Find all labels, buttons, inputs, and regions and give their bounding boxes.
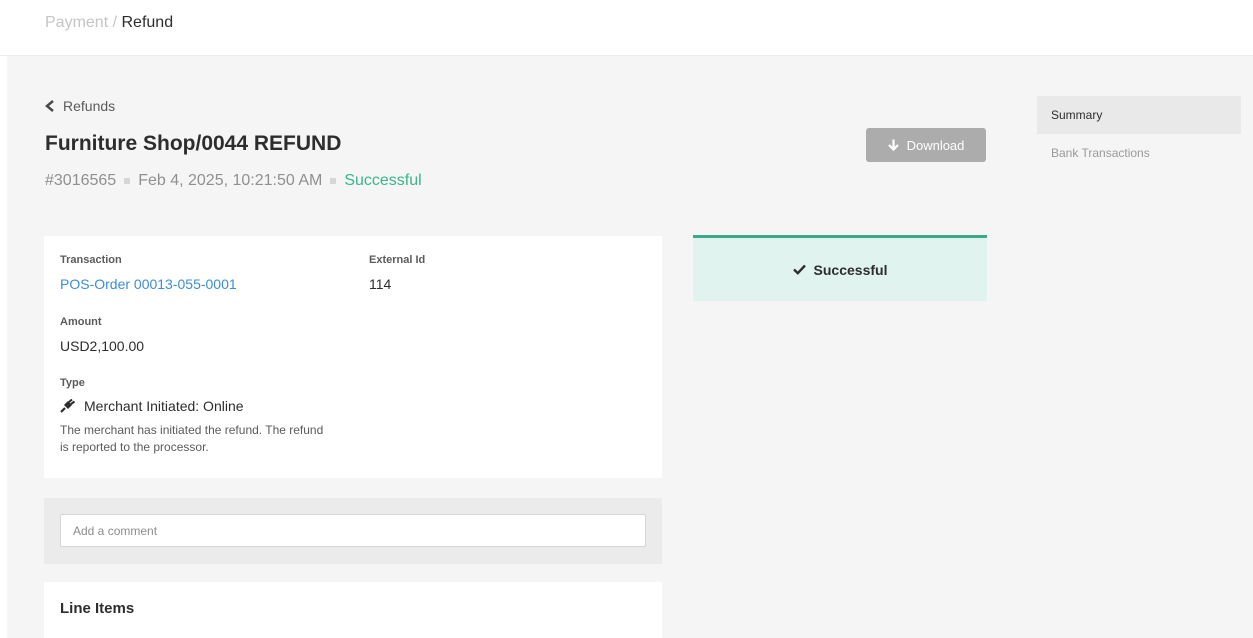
- side-nav-summary[interactable]: Summary: [1037, 96, 1241, 134]
- type-value: Merchant Initiated: Online: [84, 398, 244, 414]
- external-id-label: External Id: [369, 254, 426, 266]
- external-id-value: 114: [369, 276, 392, 292]
- download-button-label: Download: [906, 137, 965, 153]
- breadcrumb-payment[interactable]: Payment: [45, 14, 108, 31]
- status-panel: Successful: [693, 235, 987, 301]
- type-description: The merchant has initiated the refund. T…: [60, 423, 324, 454]
- plug-icon: [60, 399, 76, 413]
- breadcrumb: Payment / Refund: [45, 14, 173, 32]
- type-row: Merchant Initiated: Online: [60, 398, 244, 414]
- comment-input[interactable]: [60, 514, 646, 547]
- side-nav-label: Bank Transactions: [1051, 146, 1150, 160]
- side-nav: Summary Bank Transactions: [1037, 96, 1241, 172]
- breadcrumb-refund: Refund: [121, 14, 174, 31]
- transaction-link[interactable]: POS-Order 00013-055-0001: [60, 276, 237, 292]
- check-icon: [792, 264, 806, 275]
- transaction-label: Transaction: [60, 254, 122, 266]
- back-to-refunds-link[interactable]: Refunds: [45, 98, 115, 114]
- amount-label: Amount: [60, 316, 102, 328]
- amount-value: USD2,100.00: [60, 338, 145, 354]
- refund-datetime: Feb 4, 2025, 10:21:50 AM: [138, 172, 323, 189]
- line-items-card: Line Items: [44, 582, 662, 638]
- separator-dot: [124, 178, 131, 184]
- line-items-title: Line Items: [60, 600, 135, 617]
- refund-meta: #3016565 Feb 4, 2025, 10:21:50 AM Succes…: [45, 172, 422, 190]
- comment-section: [44, 498, 662, 564]
- side-nav-bank-transactions[interactable]: Bank Transactions: [1037, 134, 1241, 172]
- top-bar: Payment / Refund: [0, 0, 1253, 56]
- chevron-left-icon: [45, 100, 54, 112]
- refund-id: #3016565: [45, 172, 117, 189]
- download-button[interactable]: Download: [866, 128, 986, 162]
- status-panel-label: Successful: [813, 261, 888, 278]
- separator-dot: [330, 178, 337, 184]
- details-card: Transaction POS-Order 00013-055-0001 Ext…: [44, 236, 662, 478]
- breadcrumb-separator: /: [112, 14, 118, 31]
- back-link-label: Refunds: [63, 98, 116, 114]
- type-label: Type: [60, 377, 85, 389]
- page-title: Furniture Shop/0044 REFUND: [45, 132, 342, 155]
- side-nav-label: Summary: [1051, 108, 1103, 122]
- status-text: Successful: [344, 172, 422, 189]
- arrow-down-icon: [887, 139, 899, 151]
